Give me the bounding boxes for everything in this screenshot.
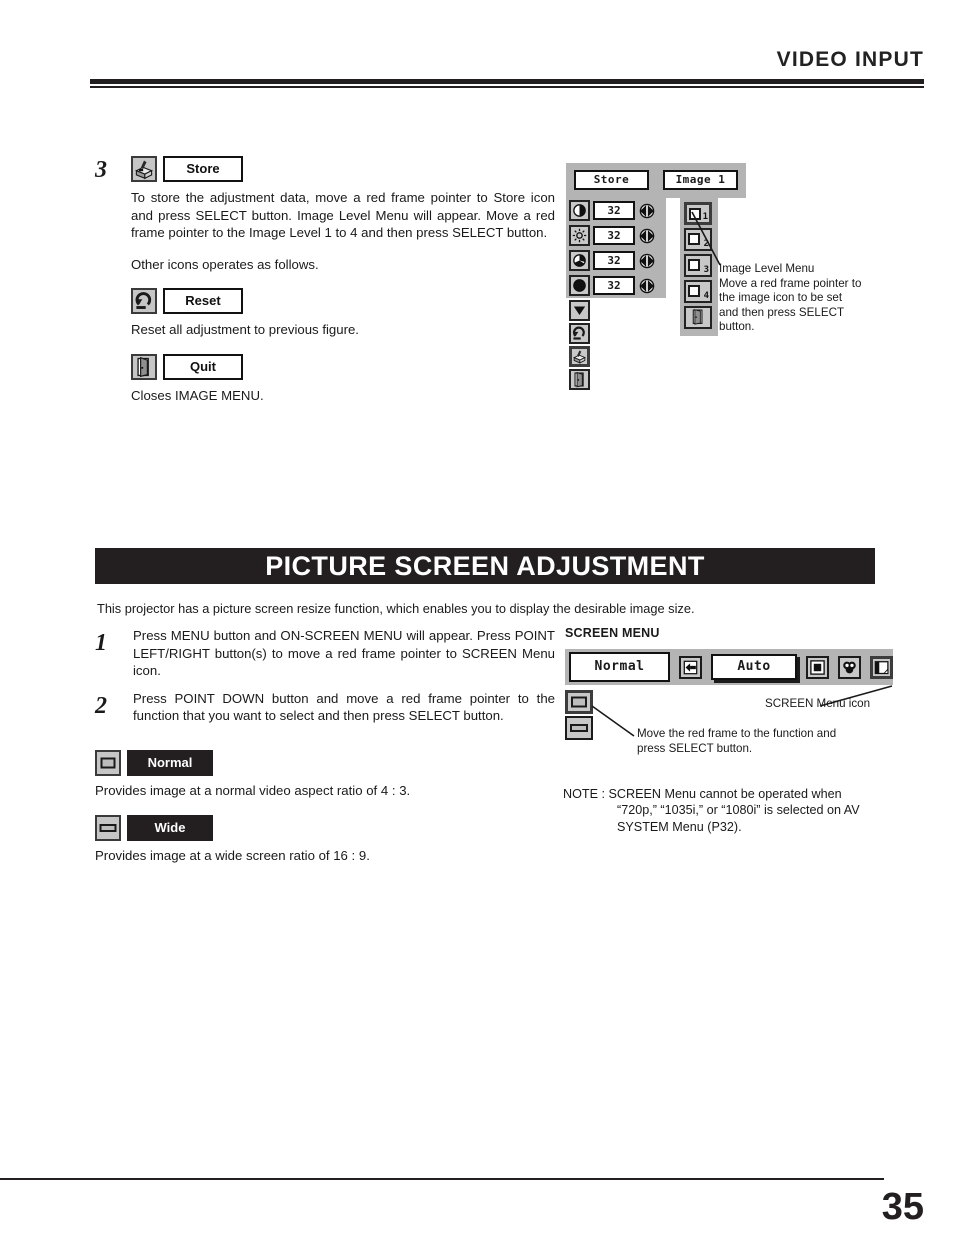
- note-label: NOTE :: [563, 787, 605, 801]
- screen-menu-bar: Normal Auto: [565, 649, 893, 685]
- step-1-text: Press MENU button and ON-SCREEN MENU wil…: [133, 628, 555, 679]
- reset-label: Reset: [163, 288, 243, 315]
- note-line-3: SYSTEM Menu (P32).: [617, 819, 742, 834]
- osd-row-color: 32: [566, 248, 662, 273]
- callout-line: the image icon to be set: [719, 291, 843, 305]
- brightness-icon[interactable]: [569, 225, 590, 246]
- step-1: 1 Press MENU button and ON-SCREEN MENU w…: [95, 627, 555, 680]
- normal-mode-row: Normal: [95, 749, 555, 777]
- wide-mode-row: Wide: [95, 814, 555, 842]
- image-level-callout: Image Level Menu Move a red frame pointe…: [719, 262, 904, 335]
- osd-row-brightness: 32: [566, 223, 662, 248]
- reset-icon[interactable]: [569, 323, 590, 344]
- reset-icon[interactable]: [131, 288, 157, 315]
- left-right-arrow-icon[interactable]: [638, 202, 656, 220]
- image-level-number: 4: [703, 291, 709, 301]
- brightness-value[interactable]: 32: [593, 226, 635, 245]
- left-right-arrow-icon[interactable]: [638, 227, 656, 245]
- step-number: 3: [95, 157, 107, 183]
- left-right-arrow-icon[interactable]: [638, 277, 656, 295]
- step-3-block: 3 Store To store the adjustment data, mo…: [95, 155, 555, 405]
- osd-icon-stack: [566, 300, 598, 390]
- osd-left-column: 32 32 32 32: [566, 198, 666, 390]
- left-right-arrow-icon[interactable]: [638, 252, 656, 270]
- osd-store-tab[interactable]: Store: [574, 170, 649, 190]
- screen-menu-title: SCREEN MENU: [565, 626, 660, 640]
- osd-row-contrast: 32: [566, 198, 662, 223]
- normal-label: Normal: [127, 749, 213, 776]
- header-rule-thin: [90, 86, 924, 88]
- quit-icon[interactable]: [569, 369, 590, 390]
- screen-menu-normal-value[interactable]: Normal: [569, 652, 670, 682]
- store-label: Store: [163, 156, 243, 182]
- step-number: 2: [95, 692, 107, 719]
- osd-image-tab[interactable]: Image 1: [663, 170, 738, 190]
- screen-mode-leader-line: [591, 705, 635, 737]
- callout-line: press SELECT button.: [637, 741, 753, 755]
- page-title: VIDEO INPUT: [776, 48, 924, 71]
- store-icon-row: Store: [131, 155, 555, 183]
- image-level-leader-line: [691, 211, 721, 266]
- store-description: To store the adjustment data, move a red…: [131, 190, 555, 241]
- contrast-icon[interactable]: [569, 200, 590, 221]
- image-level-4-icon[interactable]: 4: [684, 280, 712, 303]
- other-icons-text: Other icons operates as follows.: [131, 256, 319, 272]
- wide-description: Provides image at a wide screen ratio of…: [95, 847, 370, 863]
- osd-header-row: Store Image 1: [566, 163, 746, 198]
- normal-description: Provides image at a normal video aspect …: [95, 782, 411, 798]
- note-line-1: SCREEN Menu cannot be operated when: [608, 787, 842, 801]
- step-2-text: Press POINT DOWN button and move a red f…: [133, 690, 555, 724]
- image-icon[interactable]: [806, 655, 829, 679]
- callout-line: Move the red frame to the function and: [637, 727, 837, 740]
- store-icon[interactable]: [131, 156, 157, 182]
- color-value[interactable]: 32: [593, 251, 635, 270]
- steps-block: 1 Press MENU button and ON-SCREEN MENU w…: [95, 627, 555, 864]
- contrast-value[interactable]: 32: [593, 201, 635, 220]
- section-intro-text: This projector has a picture screen resi…: [97, 601, 695, 616]
- callout-line: button.: [719, 320, 755, 334]
- wide-screen-icon[interactable]: [95, 814, 121, 841]
- wide-label: Wide: [127, 814, 213, 841]
- screen-mode-icon-stack: [565, 690, 593, 742]
- down-arrow-icon[interactable]: [569, 300, 590, 321]
- osd-row-tint: 32: [566, 273, 662, 298]
- callout-line: Move a red frame pointer to: [719, 276, 862, 290]
- header-rule-thick: [90, 79, 924, 84]
- note-block: NOTE : SCREEN Menu cannot be operated wh…: [563, 786, 903, 835]
- normal-screen-icon[interactable]: [95, 749, 121, 776]
- color-wheel-icon[interactable]: [838, 655, 861, 679]
- step-number: 1: [95, 630, 107, 656]
- quit-icon[interactable]: [131, 353, 157, 380]
- store-icon[interactable]: [569, 346, 590, 367]
- section-title-bar: PICTURE SCREEN ADJUSTMENT: [95, 548, 875, 584]
- note-line-2: “720p,” “1035i,” or “1080i” is selected …: [617, 803, 860, 818]
- callout-line: and then press SELECT: [719, 305, 845, 319]
- quit-icon-row: Quit: [131, 353, 555, 381]
- screen-mode-callout: Move the red frame to the function and p…: [637, 727, 887, 756]
- screen-menu-auto-value[interactable]: Auto: [711, 654, 797, 680]
- footer-rule: [0, 1178, 884, 1180]
- callout-line: Image Level Menu: [719, 262, 815, 275]
- color-icon[interactable]: [569, 250, 590, 271]
- screen-menu-icon-callout: SCREEN Menu icon: [765, 697, 871, 710]
- screen-menu-icon[interactable]: [870, 655, 893, 679]
- page-header: VIDEO INPUT: [90, 48, 924, 72]
- tint-icon[interactable]: [569, 275, 590, 296]
- page-number: 35: [881, 1186, 924, 1228]
- reset-icon-row: Reset: [131, 287, 555, 315]
- input-icon[interactable]: [679, 655, 702, 679]
- tint-value[interactable]: 32: [593, 276, 635, 295]
- quit-description: Closes IMAGE MENU.: [131, 387, 264, 403]
- normal-screen-icon[interactable]: [565, 690, 593, 714]
- screen-menu-diagram: SCREEN MENU Normal Auto: [565, 626, 893, 740]
- quit-icon[interactable]: [684, 306, 712, 329]
- wide-screen-icon[interactable]: [565, 716, 593, 740]
- osd-adjust-block: 32 32 32 32: [566, 198, 666, 298]
- quit-label: Quit: [163, 353, 243, 380]
- reset-description: Reset all adjustment to previous figure.: [131, 322, 359, 338]
- step-2: 2 Press POINT DOWN button and move a red…: [95, 690, 555, 725]
